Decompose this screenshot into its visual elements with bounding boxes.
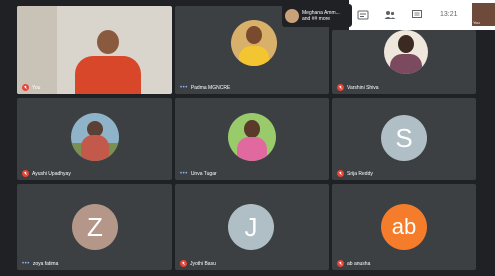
participant-name-row: Jyothi Basu bbox=[180, 260, 216, 267]
mic-off-icon bbox=[22, 84, 29, 91]
video-background bbox=[17, 6, 57, 94]
mic-off-icon bbox=[337, 170, 344, 177]
participant-avatar: J bbox=[228, 204, 274, 250]
participant-avatar bbox=[231, 20, 277, 66]
mic-off-icon bbox=[22, 170, 29, 177]
participant-name: ab anusha bbox=[347, 260, 371, 267]
participant-name-row: Srija Reddy bbox=[337, 170, 373, 177]
participant-tile[interactable]: Ayushi Upadhyay bbox=[17, 98, 172, 180]
participant-name: Padma MGNCRE bbox=[190, 85, 231, 91]
mic-off-icon bbox=[180, 260, 187, 267]
notification-avatar bbox=[285, 8, 299, 23]
participant-tile[interactable]: Z ••• zoya fatima bbox=[17, 184, 172, 270]
participant-avatar bbox=[384, 30, 428, 74]
mic-off-icon bbox=[337, 260, 344, 267]
notification-line-2: and ## more bbox=[302, 15, 331, 22]
participant-avatar: ab bbox=[381, 204, 427, 250]
clock-time: 13:21 bbox=[440, 11, 458, 18]
participant-video bbox=[75, 30, 141, 94]
participant-avatar bbox=[71, 113, 119, 161]
people-icon[interactable] bbox=[357, 9, 369, 21]
speaking-indicator-icon: ••• bbox=[22, 261, 30, 267]
participant-tile[interactable]: ab ab anusha bbox=[332, 184, 476, 270]
participants-icon[interactable] bbox=[384, 9, 396, 21]
participant-name-row: ••• zoya fatima bbox=[22, 261, 58, 267]
notification-text: Meghana Amm... and ## more bbox=[302, 10, 340, 22]
self-view-label: You bbox=[473, 20, 480, 25]
participant-name-row: ••• Unva Tugar bbox=[180, 171, 217, 177]
participant-name: Unva Tugar bbox=[190, 171, 217, 177]
participant-avatar: S bbox=[381, 115, 427, 161]
participant-tile-you[interactable]: You bbox=[17, 6, 172, 94]
participant-tile[interactable]: ••• Unva Tugar bbox=[175, 98, 329, 180]
participant-name: Ayushi Upadhyay bbox=[32, 170, 71, 177]
participant-tile[interactable]: S Srija Reddy bbox=[332, 98, 476, 180]
participant-name: zoya fatima bbox=[32, 261, 59, 267]
participant-name: You bbox=[32, 84, 41, 91]
speaking-indicator-icon: ••• bbox=[180, 85, 188, 91]
participant-tile[interactable]: J Jyothi Basu bbox=[175, 184, 329, 270]
chat-icon[interactable] bbox=[411, 9, 423, 21]
participant-name: Varshini Shiva bbox=[347, 84, 379, 91]
participant-name-row: ••• Padma MGNCRE bbox=[180, 85, 230, 91]
participant-name: Jyothi Basu bbox=[190, 260, 216, 267]
participant-name-row: ab anusha bbox=[337, 260, 370, 267]
mic-off-icon bbox=[337, 84, 344, 91]
participant-name-row: You bbox=[22, 84, 40, 91]
speaking-indicator-icon: ••• bbox=[180, 171, 188, 177]
join-notification[interactable]: Meghana Amm... and ## more bbox=[282, 4, 352, 27]
participant-name-row: Varshini Shiva bbox=[337, 84, 379, 91]
participant-avatar: Z bbox=[72, 204, 118, 250]
participant-tile[interactable]: Varshini Shiva bbox=[332, 30, 476, 94]
self-view-thumbnail[interactable]: You bbox=[472, 3, 495, 26]
participant-name: Srija Reddy bbox=[347, 170, 373, 177]
participant-name-row: Ayushi Upadhyay bbox=[22, 170, 71, 177]
participant-avatar bbox=[228, 113, 276, 161]
